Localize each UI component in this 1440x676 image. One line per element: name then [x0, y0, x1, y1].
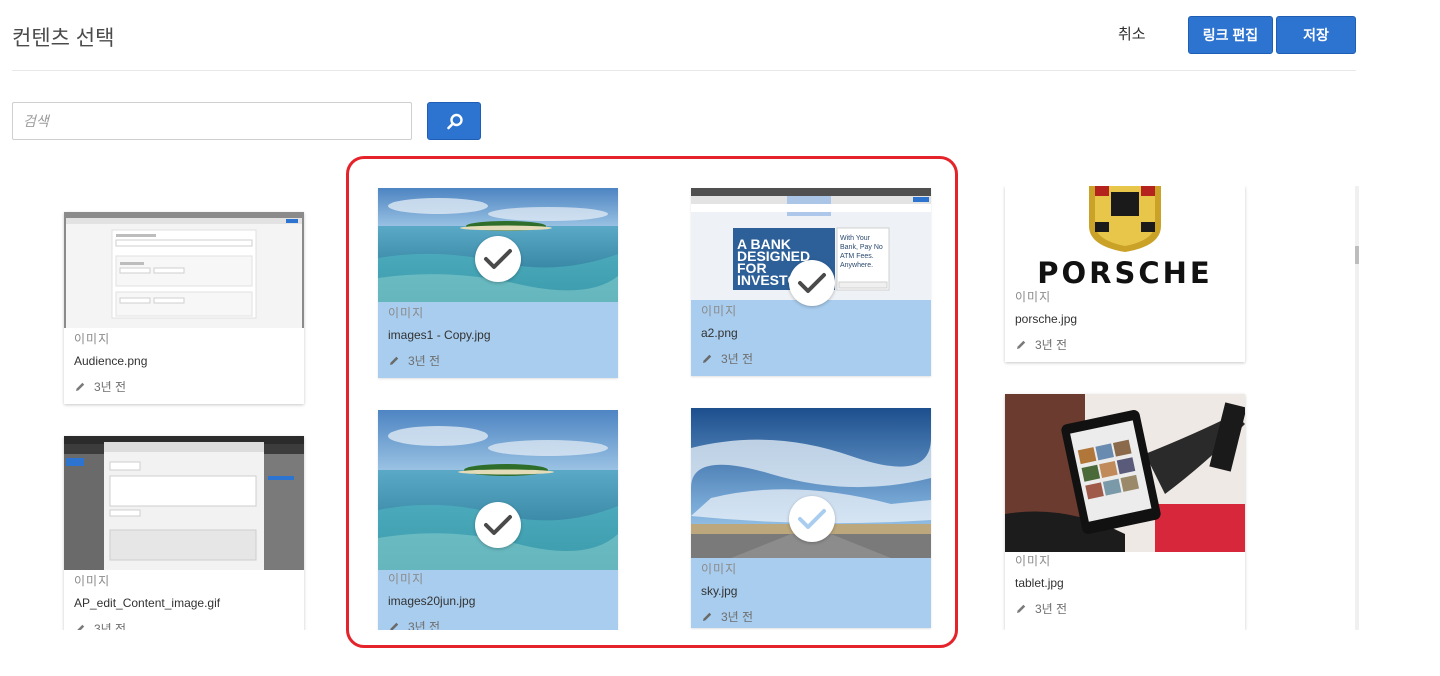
- asset-card[interactable]: PORSCHE 이미지 porsche.jpg 3년 전: [1005, 186, 1245, 362]
- asset-meta: 3년 전: [74, 378, 126, 395]
- asset-card-selected[interactable]: A BANK DESIGNED FOR INVESTORS With Your …: [691, 188, 931, 376]
- search-input[interactable]: [12, 102, 412, 140]
- asset-meta: 3년 전: [1015, 336, 1067, 353]
- pencil-icon: [1017, 340, 1026, 349]
- asset-card[interactable]: 이미지 AP_edit_Content_image.gif 3년 전: [64, 436, 304, 630]
- checkmark-icon: [789, 496, 835, 542]
- asset-card[interactable]: 이미지 Audience.png 3년 전: [64, 212, 304, 404]
- asset-meta: 3년 전: [388, 352, 440, 369]
- pencil-icon: [76, 624, 85, 630]
- edit-link-button[interactable]: 링크 편집: [1188, 16, 1273, 54]
- asset-meta: 3년 전: [701, 608, 753, 625]
- asset-thumbnail: [64, 212, 304, 328]
- asset-modified: 3년 전: [721, 352, 754, 366]
- content-grid: 이미지 Audience.png 3년 전 이미지 AP_edit_Conten…: [0, 186, 1360, 630]
- asset-modified: 3년 전: [408, 354, 441, 368]
- asset-name: porsche.jpg: [1015, 312, 1078, 326]
- cancel-button[interactable]: 취소: [1118, 23, 1146, 44]
- asset-modified: 3년 전: [94, 622, 127, 630]
- save-button[interactable]: 저장: [1276, 16, 1356, 54]
- asset-name: Audience.png: [74, 354, 148, 368]
- pencil-icon: [1017, 604, 1026, 613]
- asset-card-selected[interactable]: 이미지 sky.jpg 3년 전: [691, 408, 931, 628]
- checkmark-icon: [475, 502, 521, 548]
- checkmark-icon: [475, 236, 521, 282]
- search-button[interactable]: [427, 102, 481, 140]
- pencil-icon: [703, 354, 712, 363]
- asset-thumbnail: PORSCHE: [1005, 186, 1245, 286]
- asset-card[interactable]: 이미지 tablet.jpg 3년 전: [1005, 394, 1245, 630]
- asset-meta: 3년 전: [388, 618, 440, 630]
- asset-meta: 3년 전: [74, 620, 126, 630]
- grid-scrollbar[interactable]: [1355, 186, 1359, 630]
- asset-meta: 3년 전: [701, 350, 753, 367]
- asset-type: 이미지: [74, 574, 111, 588]
- asset-meta: 3년 전: [1015, 600, 1067, 617]
- asset-modified: 3년 전: [1035, 602, 1068, 616]
- asset-modified: 3년 전: [408, 620, 441, 630]
- asset-type: 이미지: [1015, 554, 1052, 568]
- asset-type: 이미지: [701, 304, 738, 318]
- asset-thumbnail: [1005, 394, 1245, 552]
- asset-name: images1 - Copy.jpg: [388, 328, 491, 342]
- asset-card-selected[interactable]: 이미지 images20jun.jpg 3년 전: [378, 410, 618, 630]
- asset-type: 이미지: [388, 572, 425, 586]
- scrollbar-thumb[interactable]: [1355, 246, 1359, 264]
- asset-type: 이미지: [701, 562, 738, 576]
- thumb-logo-text: PORSCHE: [1037, 256, 1213, 286]
- pencil-icon: [390, 622, 399, 630]
- asset-name: sky.jpg: [701, 584, 738, 598]
- asset-modified: 3년 전: [1035, 338, 1068, 352]
- pencil-icon: [703, 612, 712, 621]
- pencil-icon: [390, 356, 399, 365]
- search-icon: [447, 113, 463, 130]
- asset-name: a2.png: [701, 326, 738, 340]
- asset-name: AP_edit_Content_image.gif: [74, 596, 221, 610]
- asset-name: tablet.jpg: [1015, 576, 1064, 590]
- header: 컨텐츠 선택 취소 링크 편집 저장: [0, 0, 1440, 72]
- header-divider: [12, 70, 1356, 71]
- asset-type: 이미지: [74, 332, 111, 346]
- asset-type: 이미지: [388, 306, 425, 320]
- asset-name: images20jun.jpg: [388, 594, 476, 608]
- thumb-side-text: With Your Bank, Pay No ATM Fees. Anywher…: [840, 235, 883, 269]
- asset-thumbnail: [64, 436, 304, 570]
- checkmark-icon: [789, 260, 835, 306]
- page-title: 컨텐츠 선택: [12, 27, 115, 50]
- pencil-icon: [76, 382, 85, 391]
- asset-modified: 3년 전: [721, 610, 754, 624]
- asset-type: 이미지: [1015, 290, 1052, 304]
- asset-modified: 3년 전: [94, 380, 127, 394]
- asset-card-selected[interactable]: 이미지 images1 - Copy.jpg 3년 전: [378, 188, 618, 378]
